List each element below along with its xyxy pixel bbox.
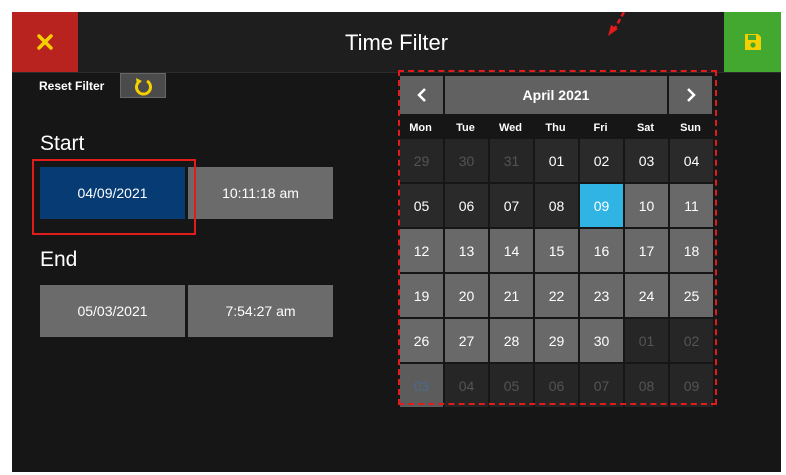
weekday-label: Sun — [680, 122, 701, 134]
start-label: Start — [40, 132, 85, 155]
calendar-day[interactable]: 06 — [445, 184, 488, 227]
calendar-day[interactable]: 04 — [445, 364, 488, 407]
reset-filter-label: Reset Filter — [39, 79, 105, 93]
calendar-day[interactable]: 10 — [625, 184, 668, 227]
weekday-label: Thu — [545, 122, 566, 134]
calendar-day[interactable]: 31 — [490, 139, 533, 182]
month-label: April 2021 — [445, 76, 667, 114]
top-bar: Time Filter — [12, 12, 781, 73]
calendar-day[interactable]: 15 — [535, 229, 578, 272]
calendar-day[interactable]: 18 — [670, 229, 713, 272]
calendar-day[interactable]: 04 — [670, 139, 713, 182]
calendar-day[interactable]: 01 — [625, 319, 668, 362]
close-button[interactable] — [12, 12, 78, 72]
calendar-day[interactable]: 25 — [670, 274, 713, 317]
calendar-day[interactable]: 27 — [445, 319, 488, 362]
next-month-button[interactable] — [669, 76, 712, 114]
calendar-day[interactable]: 26 — [400, 319, 443, 362]
weekday-label: Wed — [498, 122, 523, 134]
calendar-day[interactable]: 08 — [625, 364, 668, 407]
start-date-highlight — [32, 159, 196, 235]
reset-rotate-icon — [135, 77, 152, 95]
calendar-day[interactable]: 24 — [625, 274, 668, 317]
calendar-day[interactable]: 16 — [580, 229, 623, 272]
weekday-label: Mon — [409, 122, 432, 134]
calendar-day[interactable]: 28 — [490, 319, 533, 362]
calendar-day[interactable]: 07 — [580, 364, 623, 407]
page-title: Time Filter — [344, 30, 449, 55]
weekday-label: Tue — [456, 122, 475, 134]
weekday-label: Fri — [593, 122, 608, 134]
calendar-day[interactable]: 05 — [490, 364, 533, 407]
calendar-day[interactable]: 21 — [490, 274, 533, 317]
calendar-day[interactable]: 19 — [400, 274, 443, 317]
end-time-field[interactable]: 7:54:27 am — [188, 285, 333, 337]
calendar-day[interactable]: 05 — [400, 184, 443, 227]
calendar-day[interactable]: 11 — [670, 184, 713, 227]
calendar-day[interactable]: 30 — [580, 319, 623, 362]
calendar-day[interactable]: 07 — [490, 184, 533, 227]
calendar-day[interactable]: 30 — [445, 139, 488, 182]
calendar-day[interactable]: 06 — [535, 364, 578, 407]
weekday-label: Sat — [636, 122, 655, 134]
calendar-day[interactable]: 08 — [535, 184, 578, 227]
end-date-field[interactable]: 05/03/2021 — [40, 285, 185, 337]
calendar-day[interactable]: 20 — [445, 274, 488, 317]
calendar-day[interactable]: 03 — [400, 364, 443, 407]
calendar-day[interactable]: 13 — [445, 229, 488, 272]
close-icon — [37, 34, 53, 50]
reset-filter-button[interactable] — [120, 73, 166, 98]
calendar-day[interactable]: 12 — [400, 229, 443, 272]
chevron-left-icon — [416, 88, 426, 102]
prev-month-button[interactable] — [400, 76, 443, 114]
save-disk-icon — [744, 34, 761, 50]
time-filter-screen: Time Filter Reset Filter Start 04/09/202… — [12, 12, 781, 472]
calendar-day[interactable]: 23 — [580, 274, 623, 317]
calendar-day-selected[interactable]: 09 — [580, 184, 623, 227]
end-label: End — [40, 248, 78, 271]
start-time-field[interactable]: 10:11:18 am — [188, 167, 333, 219]
calendar-day[interactable]: 22 — [535, 274, 578, 317]
calendar-day[interactable]: 17 — [625, 229, 668, 272]
calendar-day[interactable]: 09 — [670, 364, 713, 407]
calendar-day[interactable]: 02 — [670, 319, 713, 362]
calendar-day[interactable]: 01 — [535, 139, 578, 182]
calendar-day[interactable]: 29 — [535, 319, 578, 362]
calendar-day[interactable]: 14 — [490, 229, 533, 272]
save-button[interactable] — [724, 12, 781, 72]
calendar-day[interactable]: 29 — [400, 139, 443, 182]
calendar-day[interactable]: 02 — [580, 139, 623, 182]
chevron-right-icon — [686, 88, 696, 102]
calendar-day[interactable]: 03 — [625, 139, 668, 182]
